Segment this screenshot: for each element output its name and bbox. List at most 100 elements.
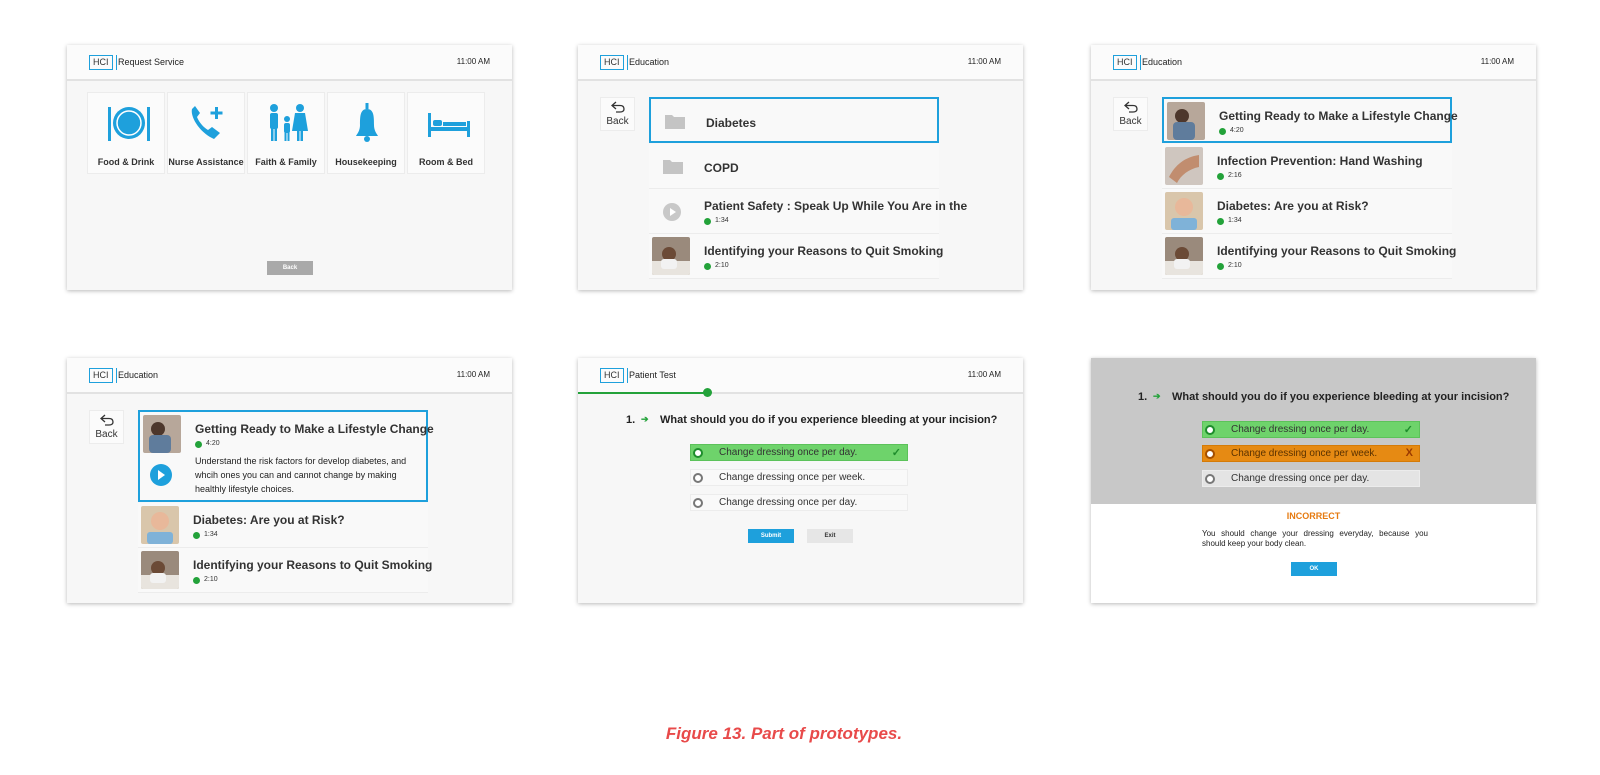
video-description: Understand the risk factors for develop …	[195, 456, 407, 494]
row-title: Diabetes: Are you at Risk?	[193, 513, 345, 527]
figure-caption: Figure 13. Part of prototypes.	[665, 724, 903, 743]
question-number: 1.	[626, 414, 636, 426]
tile-label: Room & Bed	[419, 157, 473, 167]
header: HCI Request Service 11:00 AM	[67, 45, 512, 81]
clock: 11:00 AM	[456, 370, 490, 379]
row-title: Identifying your Reasons to Quit Smoking	[1217, 244, 1457, 258]
duration: 4:20	[1219, 127, 1244, 135]
thumbnail-baby-image	[652, 237, 690, 275]
clock: 11:00 AM	[967, 370, 1001, 379]
tile-nurse-assistance[interactable]: Nurse Assistance	[167, 92, 245, 174]
row-title: Identifying your Reasons to Quit Smoking	[704, 244, 944, 258]
question-number: 1.	[1138, 391, 1148, 403]
answer-option[interactable]: Change dressing once per day.	[690, 494, 908, 511]
question-text: What should you do if you experience ble…	[1172, 391, 1510, 403]
header: HCI Education 11:00 AM	[1091, 45, 1536, 81]
back-button[interactable]: Back	[89, 410, 124, 444]
submit-button[interactable]: Submit	[748, 529, 794, 543]
family-icon	[270, 104, 308, 141]
duration: 1:34	[1217, 217, 1242, 225]
row-title: Getting Ready to Make a Lifestyle Change	[195, 422, 434, 436]
back-button[interactable]: Back	[600, 97, 635, 131]
tile-label: Housekeeping	[335, 157, 397, 167]
back-label: Back	[1119, 116, 1142, 127]
answer-option: Change dressing once per week. X	[1202, 445, 1420, 462]
duration: 2:16	[1217, 172, 1242, 180]
back-label: Back	[606, 116, 629, 127]
progress-fill	[578, 392, 707, 394]
tile-label: Faith & Family	[255, 157, 317, 167]
ok-button[interactable]: OK	[1291, 562, 1337, 576]
duration: 2:10	[193, 576, 218, 584]
expanded-video-row[interactable]: Getting Ready to Make a Lifestyle Change…	[138, 410, 434, 502]
video-row[interactable]: Identifying your Reasons to Quit Smoking…	[649, 234, 943, 279]
folder-icon	[665, 115, 685, 129]
tile-room-bed[interactable]: Room & Bed	[407, 92, 485, 174]
back-arrow-icon	[1124, 101, 1138, 113]
video-row[interactable]: Getting Ready to Make a Lifestyle Change…	[1162, 97, 1458, 143]
option-text: Change dressing once per day.	[1231, 424, 1370, 435]
question-text: What should you do if you experience ble…	[660, 414, 998, 426]
thumbnail-woman-image	[143, 415, 181, 453]
progress-track	[578, 388, 1023, 397]
back-arrow-icon	[611, 101, 625, 113]
thumbnail-hands-image	[1165, 147, 1203, 185]
education-videos-screen: HCI Education 11:00 AM Back Getting Read…	[1091, 45, 1536, 290]
radio-button[interactable]	[693, 498, 703, 508]
radio-button	[1205, 449, 1215, 459]
answer-option[interactable]: Change dressing once per week.	[690, 469, 908, 486]
page-title: Education	[629, 57, 670, 67]
duration: 2:10	[1217, 262, 1242, 270]
row-title: Getting Ready to Make a Lifestyle Change	[1219, 109, 1458, 123]
page-title: Education	[118, 370, 159, 380]
back-button[interactable]: Back	[1113, 97, 1148, 131]
video-row[interactable]: Identifying your Reasons to Quit Smoking…	[1162, 234, 1456, 279]
play-icon	[158, 470, 165, 480]
thumbnail-elderly-man-image	[141, 506, 179, 544]
hci-logo: HCI	[600, 368, 627, 383]
row-title: Diabetes	[706, 116, 757, 130]
back-arrow-icon	[100, 414, 114, 426]
video-row[interactable]: Diabetes: Are you at Risk? 1:34	[138, 503, 428, 548]
video-row[interactable]: Infection Prevention: Hand Washing 2:16	[1162, 144, 1452, 189]
video-row[interactable]: Patient Safety : Speak Up While You Are …	[649, 189, 967, 234]
back-label: Back	[95, 429, 118, 440]
exit-button[interactable]: Exit	[807, 529, 853, 543]
answer-option: Change dressing once per day.	[1202, 470, 1420, 487]
check-icon: ✓	[891, 447, 901, 459]
hci-logo: HCI	[89, 55, 116, 70]
folder-row[interactable]: COPD	[649, 144, 939, 189]
answer-option[interactable]: Change dressing once per day. ✓	[690, 444, 908, 461]
option-text: Change dressing once per week.	[719, 472, 866, 483]
education-expanded-screen: HCI Education 11:00 AM Back Getting Read…	[67, 358, 512, 603]
play-button[interactable]	[150, 464, 172, 486]
tile-food-drink[interactable]: Food & Drink	[87, 92, 165, 174]
page-title: Patient Test	[629, 370, 676, 380]
tile-faith-family[interactable]: Faith & Family	[247, 92, 325, 174]
video-row[interactable]: Diabetes: Are you at Risk? 1:34	[1162, 189, 1452, 234]
play-icon	[663, 203, 681, 221]
row-title: COPD	[704, 161, 739, 175]
folder-icon	[663, 160, 683, 174]
page-title: Education	[1142, 57, 1183, 67]
row-title: Infection Prevention: Hand Washing	[1217, 154, 1423, 168]
video-row[interactable]: Identifying your Reasons to Quit Smoking…	[138, 548, 432, 593]
thumbnail-baby-image	[141, 551, 179, 589]
folder-row[interactable]: Diabetes	[649, 97, 939, 143]
arrow-right-icon: ➔	[1153, 391, 1161, 401]
duration: 1:34	[193, 531, 218, 539]
thumbnail-elderly-man-image	[1165, 192, 1203, 230]
radio-button[interactable]	[693, 448, 703, 458]
cross-icon: X	[1405, 447, 1413, 459]
header: HCI Patient Test 11:00 AM	[578, 358, 1023, 394]
duration: 4:20	[195, 440, 220, 448]
arrow-right-icon: ➔	[641, 414, 649, 424]
hci-logo: HCI	[600, 55, 627, 70]
tile-label: Food & Drink	[97, 157, 155, 167]
result-explanation: You should change your dressing everyday…	[1202, 529, 1428, 548]
clock: 11:00 AM	[1480, 57, 1514, 66]
back-button[interactable]: Back	[267, 261, 313, 275]
radio-button[interactable]	[693, 473, 703, 483]
answer-option: Change dressing once per day. ✓	[1202, 421, 1420, 438]
tile-housekeeping[interactable]: Housekeeping	[327, 92, 405, 174]
